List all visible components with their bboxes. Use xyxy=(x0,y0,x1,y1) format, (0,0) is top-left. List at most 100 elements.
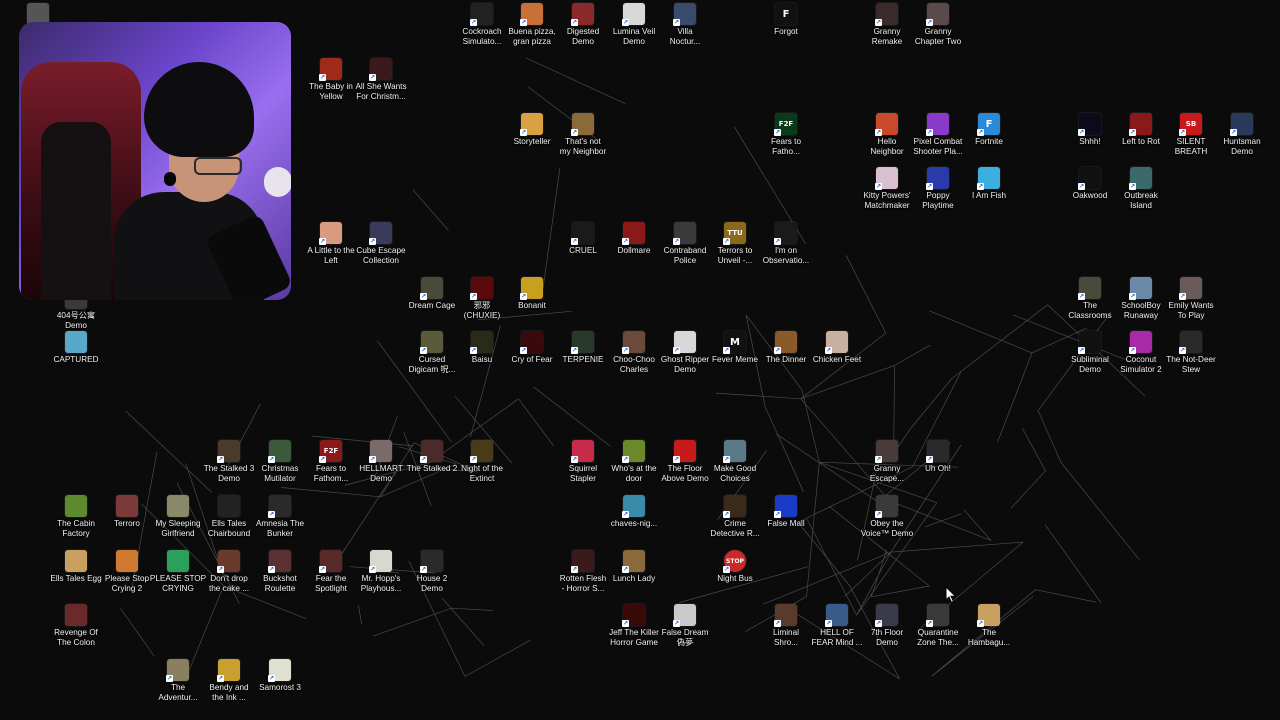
desktop-icon-label: Bonanit xyxy=(518,301,546,310)
desktop-icon[interactable]: ↗ Villa Noctur... xyxy=(653,3,717,47)
desktop-icon[interactable]: CAPTURED xyxy=(44,331,108,365)
shortcut-arrow-icon: ↗ xyxy=(622,456,629,463)
shortcut-arrow-icon: ↗ xyxy=(1129,183,1136,190)
desktop-icon-label: I Am Fish xyxy=(971,191,1007,200)
shortcut-arrow-icon: ↗ xyxy=(319,238,326,245)
app-icon: ↗ xyxy=(520,277,543,300)
app-icon xyxy=(65,495,87,517)
shortcut-arrow-icon: ↗ xyxy=(268,456,275,463)
shortcut-arrow-icon: ↗ xyxy=(977,183,984,190)
desktop-icon[interactable]: ↗ Cube Escape Collection xyxy=(349,222,413,266)
app-icon: ↗ xyxy=(217,550,240,573)
shortcut-arrow-icon: ↗ xyxy=(571,566,578,573)
app-icon: ↗ xyxy=(1179,331,1202,354)
desktop-icon[interactable]: ↗ House 2 Demo xyxy=(400,550,464,594)
app-icon: ↗ xyxy=(875,604,898,627)
shortcut-arrow-icon: ↗ xyxy=(369,74,376,81)
desktop-icon[interactable]: ↗ The Hambagu... xyxy=(957,604,1021,648)
app-icon: ↗ xyxy=(673,440,696,463)
shortcut-arrow-icon: ↗ xyxy=(977,620,984,627)
shortcut-arrow-icon: ↗ xyxy=(520,347,527,354)
app-icon: F2F ↗ xyxy=(319,440,342,463)
app-icon: ↗ xyxy=(1129,331,1152,354)
app-icon: F xyxy=(775,3,797,25)
desktop-icon[interactable]: ↗ Night of the Extinct xyxy=(450,440,514,484)
shortcut-arrow-icon: ↗ xyxy=(571,129,578,136)
shortcut-arrow-icon: ↗ xyxy=(673,238,680,245)
shortcut-arrow-icon: ↗ xyxy=(268,511,275,518)
desktop-icon[interactable]: ↗ Outbreak Island xyxy=(1109,167,1173,211)
desktop-icon-label: The Hambagu... xyxy=(967,628,1011,647)
shortcut-arrow-icon: ↗ xyxy=(723,347,730,354)
app-icon: ↗ xyxy=(622,3,645,26)
desktop-icon[interactable]: ↗ Samorost 3 xyxy=(248,659,312,693)
app-icon: ↗ xyxy=(622,222,645,245)
app-icon: ↗ xyxy=(520,113,543,136)
desktop-icon[interactable]: ↗ Emily Wants To Play xyxy=(1159,277,1223,321)
shortcut-arrow-icon: ↗ xyxy=(571,19,578,26)
app-icon: ↗ xyxy=(1129,167,1152,190)
desktop-icon[interactable]: STOP ↗ Night Bus xyxy=(703,550,767,584)
desktop-icon[interactable]: ↗ Bonanit xyxy=(500,277,564,311)
shortcut-arrow-icon: ↗ xyxy=(1179,293,1186,300)
app-icon: ↗ xyxy=(420,440,443,463)
desktop-icon-label: Night of the Extinct xyxy=(461,464,503,483)
shortcut-arrow-icon: ↗ xyxy=(166,675,173,682)
app-icon: ↗ xyxy=(571,113,594,136)
app-icon: ↗ xyxy=(1179,277,1202,300)
app-icon: ↗ xyxy=(1129,277,1152,300)
desktop-icon[interactable]: ↗ False Mall xyxy=(754,495,818,529)
desktop-icon[interactable]: ↗ Huntsman Demo xyxy=(1210,113,1274,157)
desktop-icon[interactable]: ↗ False Dream 偽夢 xyxy=(653,604,717,648)
app-icon: ↗ xyxy=(875,3,898,26)
app-icon: ↗ xyxy=(571,331,594,354)
app-icon: ↗ xyxy=(268,659,291,682)
app-icon: ↗ xyxy=(977,167,1000,190)
desktop-icon[interactable]: ↗ I'm on Observatio... xyxy=(754,222,818,266)
desktop-icon[interactable]: F ↗ Fortnite xyxy=(957,113,1021,147)
desktop-icon-label: False Mall xyxy=(767,519,805,528)
shortcut-arrow-icon: ↗ xyxy=(875,511,882,518)
app-icon: ↗ xyxy=(369,58,392,81)
shortcut-arrow-icon: ↗ xyxy=(723,511,730,518)
desktop-icon[interactable]: F Forgot xyxy=(754,3,818,37)
shortcut-arrow-icon: ↗ xyxy=(774,347,781,354)
desktop-icon-label: I'm on Observatio... xyxy=(762,246,810,265)
desktop-icon-label: Cube Escape Collection xyxy=(356,246,406,265)
app-icon xyxy=(65,550,87,572)
desktop-icon[interactable]: ↗ Uh Oh! xyxy=(906,440,970,474)
app-icon: ↗ xyxy=(571,550,594,573)
desktop-icon[interactable]: ↗ chaves-nig... xyxy=(602,495,666,529)
desktop-icon[interactable]: ↗ The Not-Deer Stew xyxy=(1159,331,1223,375)
desktop-icon[interactable]: ↗ Chicken Feet xyxy=(805,331,869,365)
desktop-icon-label: Amnesia The Bunker xyxy=(255,519,305,538)
app-icon: STOP ↗ xyxy=(723,550,746,573)
desktop-icon[interactable]: ↗ Granny Chapter Two xyxy=(906,3,970,47)
desktop-icon[interactable]: ↗ That's not my Neighbor xyxy=(551,113,615,157)
app-icon: ↗ xyxy=(774,495,797,518)
desktop-icon[interactable]: ↗ All She Wants For Christm... xyxy=(349,58,413,102)
desktop-icon[interactable]: ↗ Obey the Voice™ Demo xyxy=(855,495,919,539)
shortcut-arrow-icon: ↗ xyxy=(1129,129,1136,136)
desktop-icon[interactable]: F2F ↗ Fears to Fatho... xyxy=(754,113,818,157)
app-icon: ↗ xyxy=(723,495,746,518)
desktop-icon-label: False Dream 偽夢 xyxy=(661,628,709,647)
app-icon: TTU ↗ xyxy=(723,222,746,245)
desktop-icon-label: Lunch Lady xyxy=(612,574,656,583)
shortcut-arrow-icon: ↗ xyxy=(926,19,933,26)
desktop-icon[interactable]: ↗ I Am Fish xyxy=(957,167,1021,201)
desktop-icon[interactable]: ↗ Make Good Choices xyxy=(703,440,767,484)
app-icon: SB ↗ xyxy=(1179,113,1202,136)
app-icon: ↗ xyxy=(622,440,645,463)
shortcut-arrow-icon: ↗ xyxy=(774,238,781,245)
app-icon: ↗ xyxy=(977,604,1000,627)
desktop-icon[interactable]: ↗ Amnesia The Bunker xyxy=(248,495,312,539)
shortcut-arrow-icon: ↗ xyxy=(723,456,730,463)
app-icon: ↗ xyxy=(622,331,645,354)
app-icon: ↗ xyxy=(673,331,696,354)
app-icon: ↗ xyxy=(571,3,594,26)
app-icon: ↗ xyxy=(1078,167,1101,190)
desktop-icon[interactable]: ↗ Lunch Lady xyxy=(602,550,666,584)
desktop-icon-label: Obey the Voice™ Demo xyxy=(860,519,914,538)
desktop-icon[interactable]: Revenge Of The Colon xyxy=(44,604,108,648)
